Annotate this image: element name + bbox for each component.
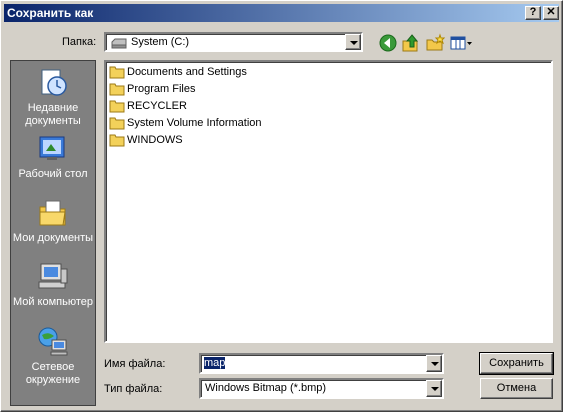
item-name: Documents and Settings (127, 66, 247, 78)
recent-documents-icon (41, 69, 67, 96)
folder-icon (109, 117, 125, 130)
place-label: Мой компьютер (12, 296, 94, 308)
list-item[interactable]: WINDOWS (109, 133, 183, 149)
drive-icon (111, 38, 127, 49)
place-label: Мои документы (12, 232, 94, 244)
place-network[interactable]: Сетевое окружение (11, 326, 95, 387)
list-item[interactable]: Program Files (109, 82, 195, 98)
filename-input[interactable]: map (204, 357, 226, 369)
folder-icon (109, 134, 125, 147)
place-label: Сетевое окружение (25, 361, 81, 386)
folder-icon (109, 100, 125, 113)
place-label: Рабочий стол (18, 168, 88, 180)
chevron-down-icon[interactable] (345, 34, 361, 50)
folder-icon (109, 83, 125, 96)
item-name: WINDOWS (127, 134, 183, 146)
place-my-documents[interactable]: Мои документы (11, 197, 95, 245)
network-icon (38, 327, 68, 356)
item-name: System Volume Information (127, 117, 262, 129)
list-item[interactable]: Documents and Settings (109, 65, 247, 81)
filename-label: Имя файла: (104, 358, 166, 370)
close-button[interactable]: ✕ (543, 6, 559, 20)
place-my-computer[interactable]: Мой компьютер (11, 261, 95, 309)
place-recent-documents[interactable]: Недавние документы (11, 67, 95, 128)
save-as-dialog: Сохранить как ? ✕ Папка: System (C:) Нед… (0, 0, 563, 412)
place-label: Недавние документы (25, 102, 81, 127)
up-folder-icon[interactable] (401, 33, 421, 53)
folder-combo[interactable]: System (C:) (104, 32, 363, 52)
folder-icon (109, 66, 125, 79)
title-bar[interactable]: Сохранить как ? ✕ (4, 4, 559, 22)
save-button[interactable]: Сохранить (479, 352, 554, 375)
my-computer-icon (38, 263, 68, 289)
window-title: Сохранить как (7, 6, 94, 20)
filetype-select[interactable]: Windows Bitmap (*.bmp) (199, 378, 444, 399)
desktop-icon (39, 136, 65, 160)
filetype-value: Windows Bitmap (*.bmp) (205, 382, 327, 394)
folder-label: Папка: (62, 36, 97, 48)
place-desktop[interactable]: Рабочий стол (11, 133, 95, 181)
new-folder-icon[interactable] (425, 33, 445, 53)
file-list[interactable]: Documents and Settings Program Files REC… (104, 60, 553, 343)
my-documents-icon (39, 200, 66, 226)
filetype-label: Тип файла: (104, 383, 163, 395)
item-name: Program Files (127, 83, 196, 95)
folder-combo-value: System (C:) (131, 36, 190, 48)
list-item[interactable]: System Volume Information (109, 116, 262, 132)
view-menu-icon[interactable] (449, 33, 473, 53)
places-bar: Недавние документы Рабочий стол Мои доку… (10, 60, 96, 406)
list-item[interactable]: RECYCLER (109, 99, 187, 115)
back-icon[interactable] (378, 33, 398, 53)
chevron-down-icon[interactable] (426, 355, 442, 372)
chevron-down-icon[interactable] (426, 380, 442, 397)
item-name: RECYCLER (127, 100, 187, 112)
help-button[interactable]: ? (525, 6, 541, 20)
filename-field[interactable]: map (199, 353, 444, 374)
cancel-button[interactable]: Отмена (480, 378, 553, 399)
